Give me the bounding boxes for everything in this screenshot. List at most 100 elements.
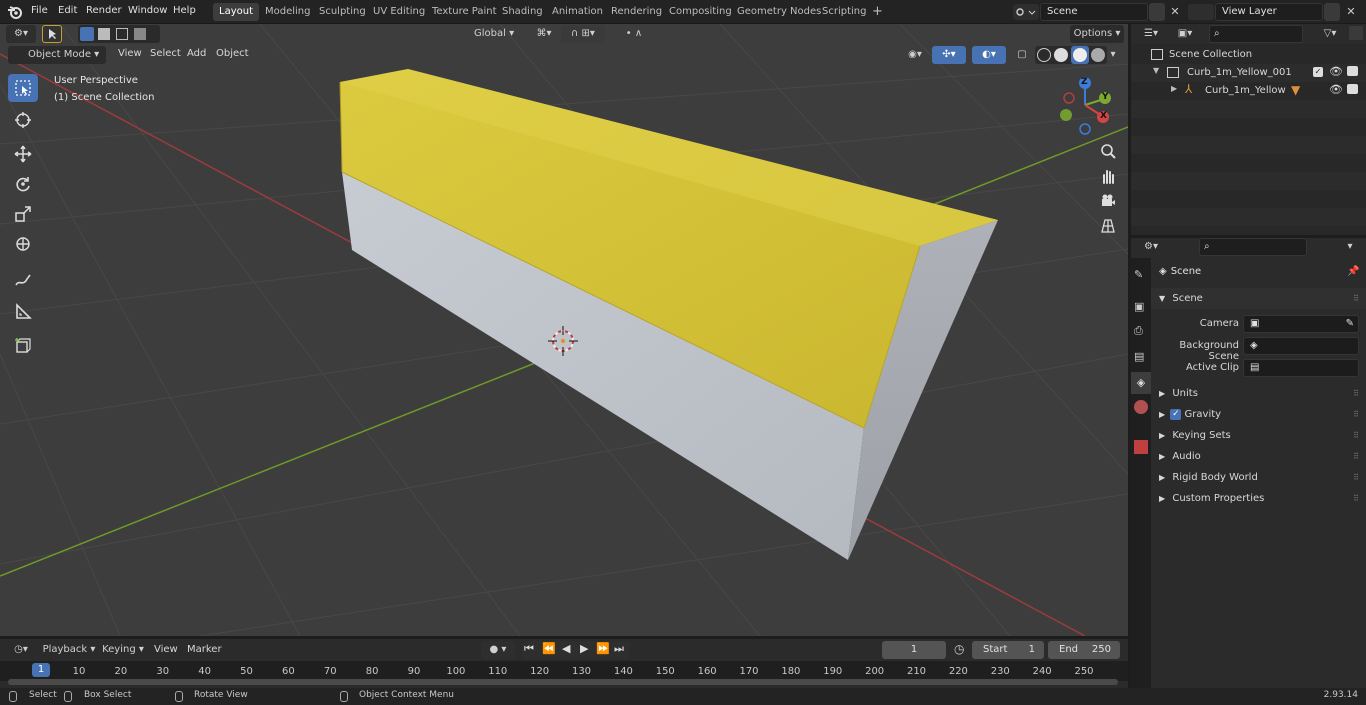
view-layer-selector-icon[interactable] <box>1188 4 1214 20</box>
measure-tool[interactable] <box>8 298 38 326</box>
gizmo-toggle-icon[interactable]: ✣▾ <box>932 46 966 64</box>
tab-modeling[interactable]: Modeling <box>259 3 317 21</box>
scene-tab-icon[interactable]: ◈ <box>1131 372 1151 394</box>
viewport-menu-object[interactable]: Object <box>216 48 249 59</box>
jump-end-icon[interactable]: ⏭ <box>614 642 624 656</box>
zoom-view-icon[interactable] <box>1096 139 1120 163</box>
rotate-tool[interactable] <box>8 170 38 198</box>
active-clip-field[interactable]: ▤ <box>1243 359 1359 377</box>
viewport-menu-add[interactable]: Add <box>187 48 206 59</box>
expand-arrow-icon[interactable]: ▼ <box>1153 66 1159 75</box>
viewport-3d[interactable]: User Perspective (1) Scene Collection Z … <box>0 24 1128 636</box>
select-box-tool[interactable] <box>8 74 38 102</box>
annotate-tool[interactable] <box>8 266 38 294</box>
preview-range-icon[interactable]: ◷ <box>954 642 964 656</box>
texture-tab-icon[interactable] <box>1134 440 1148 454</box>
transform-orientation-dropdown[interactable]: Global ▾ <box>454 25 524 43</box>
wireframe-shading-icon[interactable] <box>1037 48 1051 62</box>
camera-field[interactable]: ▣ ✎ <box>1243 315 1359 333</box>
delete-scene-icon[interactable]: ✕ <box>1167 3 1183 21</box>
exclude-checkbox[interactable]: ✓ <box>1313 67 1323 77</box>
scene-selector-icon[interactable] <box>1013 4 1039 20</box>
pivot-point-dropdown[interactable]: ⌘▾ <box>531 25 557 43</box>
outliner-row-scene-collection[interactable]: Scene Collection <box>1131 46 1366 64</box>
shading-options-dropdown[interactable]: ▾ <box>1106 46 1120 64</box>
tab-layout[interactable]: Layout <box>213 3 259 21</box>
view-layer-field[interactable]: View Layer <box>1215 3 1323 21</box>
timeline-editor-icon[interactable]: ◷▾ <box>6 641 36 659</box>
add-workspace-button[interactable]: + <box>866 3 889 21</box>
view-layer-tab-icon[interactable]: ▤ <box>1134 350 1148 364</box>
pan-view-icon[interactable] <box>1096 164 1120 188</box>
outliner-row-object[interactable]: ▶ ⅄ Curb_1m_Yellow ▼ 👁 <box>1131 82 1366 100</box>
tab-uv-editing[interactable]: UV Editing <box>367 3 431 21</box>
tab-texture-paint[interactable]: Texture Paint <box>426 3 503 21</box>
properties-editor-icon[interactable]: ⚙▾ <box>1137 238 1165 256</box>
play-reverse-icon[interactable]: ◀ <box>562 642 570 655</box>
menu-file[interactable]: File <box>31 0 48 24</box>
add-cube-tool[interactable] <box>8 332 38 360</box>
orthographic-toggle-icon[interactable] <box>1096 214 1120 238</box>
camera-icon[interactable] <box>1347 66 1358 76</box>
move-tool[interactable] <box>8 140 38 168</box>
object-mode-dropdown[interactable]: Object Mode ▾ <box>8 46 106 64</box>
keying-sets-panel[interactable]: ▶ Keying Sets ⠿ <box>1151 425 1366 446</box>
new-view-layer-icon[interactable] <box>1324 3 1340 21</box>
tab-scripting[interactable]: Scripting <box>816 3 872 21</box>
visibility-dropdown[interactable]: ◉▾ <box>902 46 928 64</box>
drag-handle-icon[interactable]: ⠿ <box>1353 288 1360 309</box>
eye-icon[interactable]: 👁 <box>1329 65 1343 78</box>
keying-menu[interactable]: Keying ▾ <box>100 641 146 659</box>
start-frame-field[interactable]: Start 1 <box>972 641 1044 659</box>
tab-shading[interactable]: Shading <box>496 3 549 21</box>
xray-toggle-icon[interactable]: ▢ <box>1014 46 1030 64</box>
new-scene-icon[interactable] <box>1149 3 1165 21</box>
auto-keying-toggle[interactable]: ● ▾ <box>481 641 515 659</box>
selection-mode-icons[interactable] <box>78 25 160 43</box>
world-tab-icon[interactable] <box>1134 400 1148 414</box>
tab-sculpting[interactable]: Sculpting <box>313 3 372 21</box>
proportional-edit-icon[interactable]: • ∧ <box>611 25 657 43</box>
menu-edit[interactable]: Edit <box>58 0 77 24</box>
navigation-gizmo[interactable]: Z Y X <box>1054 74 1116 136</box>
timeline-menu-marker[interactable]: Marker <box>187 644 222 655</box>
scene-name-field[interactable]: Scene <box>1040 3 1148 21</box>
shading-mode-group[interactable] <box>1035 46 1107 64</box>
scene-panel-header[interactable]: ▼ Scene ⠿ <box>1151 288 1366 309</box>
viewport-menu-view[interactable]: View <box>118 48 142 59</box>
camera-icon[interactable] <box>1347 84 1358 94</box>
display-mode-icon[interactable]: ▣▾ <box>1171 25 1199 43</box>
output-tab-icon[interactable]: ⎙ <box>1134 324 1148 338</box>
options-dropdown[interactable]: Options ▾ <box>1070 25 1124 43</box>
outliner-row-collection[interactable]: ▼ Curb_1m_Yellow_001 ✓ 👁 <box>1131 64 1366 82</box>
rigid-body-world-panel[interactable]: ▶ Rigid Body World ⠿ <box>1151 467 1366 488</box>
expand-arrow-icon[interactable]: ▶ <box>1171 84 1177 93</box>
properties-options-icon[interactable]: ▾ <box>1341 238 1359 256</box>
playback-menu[interactable]: Playback ▾ <box>42 641 96 659</box>
outliner-search-input[interactable]: ⌕ <box>1209 25 1303 43</box>
audio-panel[interactable]: ▶ Audio ⠿ <box>1151 446 1366 467</box>
timeline-menu-view[interactable]: View <box>154 644 178 655</box>
tab-geometry-nodes[interactable]: Geometry Nodes <box>731 3 827 21</box>
render-tab-icon[interactable]: ▣ <box>1134 300 1148 314</box>
tab-rendering[interactable]: Rendering <box>605 3 668 21</box>
overlays-toggle-icon[interactable]: ◐▾ <box>972 46 1006 64</box>
next-keyframe-icon[interactable]: ⏩ <box>596 642 610 655</box>
prev-keyframe-icon[interactable]: ⏪ <box>542 642 556 655</box>
end-frame-field[interactable]: End 250 <box>1048 641 1120 659</box>
tab-animation[interactable]: Animation <box>546 3 609 21</box>
custom-properties-panel[interactable]: ▶ Custom Properties ⠿ <box>1151 488 1366 509</box>
tab-compositing[interactable]: Compositing <box>663 3 738 21</box>
cursor-tool[interactable] <box>8 106 38 134</box>
blender-logo-icon[interactable] <box>7 4 23 20</box>
filter-icon[interactable]: ▽▾ <box>1317 25 1343 43</box>
properties-search-input[interactable]: ⌕ <box>1199 238 1307 256</box>
editor-type-icon[interactable]: ⚙▾ <box>6 25 36 43</box>
background-scene-field[interactable]: ◈ <box>1243 337 1359 355</box>
eye-icon[interactable]: 👁 <box>1329 83 1343 96</box>
curb-object[interactable] <box>339 69 998 560</box>
menu-render[interactable]: Render <box>86 0 122 24</box>
rendered-shading-icon[interactable] <box>1091 48 1105 62</box>
tool-select-icon[interactable] <box>42 25 62 43</box>
gravity-panel[interactable]: ▶ ✓ Gravity ⠿ <box>1151 404 1366 425</box>
